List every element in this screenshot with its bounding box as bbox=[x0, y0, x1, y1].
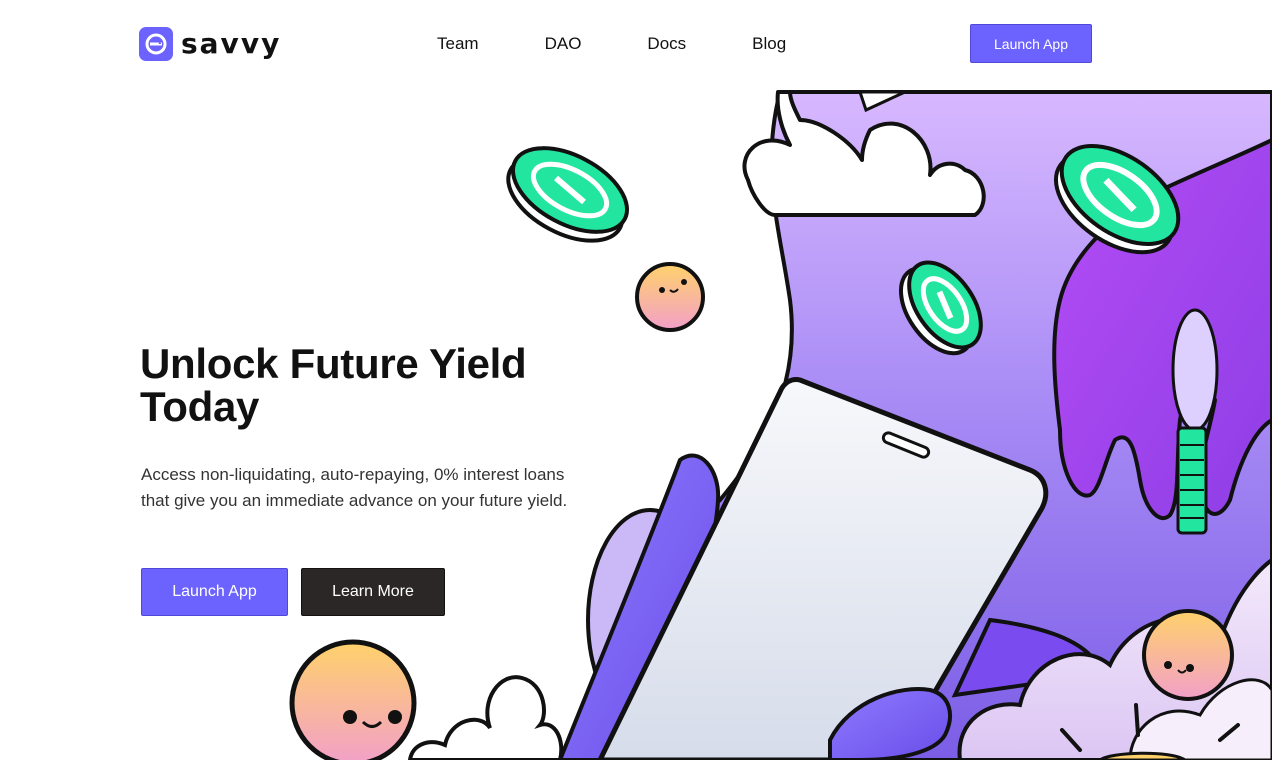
smiley-orb-icon bbox=[289, 639, 417, 760]
nav-links: Team DAO Docs Blog bbox=[437, 33, 786, 55]
slime-highlight bbox=[1171, 308, 1219, 432]
nav-link-dao[interactable]: DAO bbox=[545, 33, 582, 55]
brand-name: savvy bbox=[181, 27, 282, 60]
brand-logo[interactable]: savvy bbox=[139, 27, 281, 61]
nav-link-team[interactable]: Team bbox=[437, 33, 479, 55]
savvy-coin-icon bbox=[506, 146, 630, 243]
orb-bottom-peek bbox=[1097, 751, 1188, 760]
nav-link-blog[interactable]: Blog bbox=[752, 33, 786, 55]
hero-subtitle: Access non-liquidating, auto-repaying, 0… bbox=[141, 465, 568, 510]
smiley-orb-icon bbox=[635, 262, 705, 332]
navbar: savvy Team DAO Docs Blog Launch App bbox=[0, 0, 1272, 90]
nav-launch-app-button[interactable]: Launch App bbox=[970, 24, 1092, 63]
cloud-icon bbox=[407, 675, 564, 760]
savvy-logo-icon bbox=[139, 27, 173, 61]
smiley-orb-icon bbox=[1142, 609, 1234, 701]
nav-link-docs[interactable]: Docs bbox=[647, 33, 686, 55]
hero-launch-app-button[interactable]: Launch App bbox=[141, 568, 288, 616]
hero-title: Unlock Future Yield Today bbox=[140, 340, 527, 430]
hero-learn-more-button[interactable]: Learn More bbox=[301, 568, 445, 616]
